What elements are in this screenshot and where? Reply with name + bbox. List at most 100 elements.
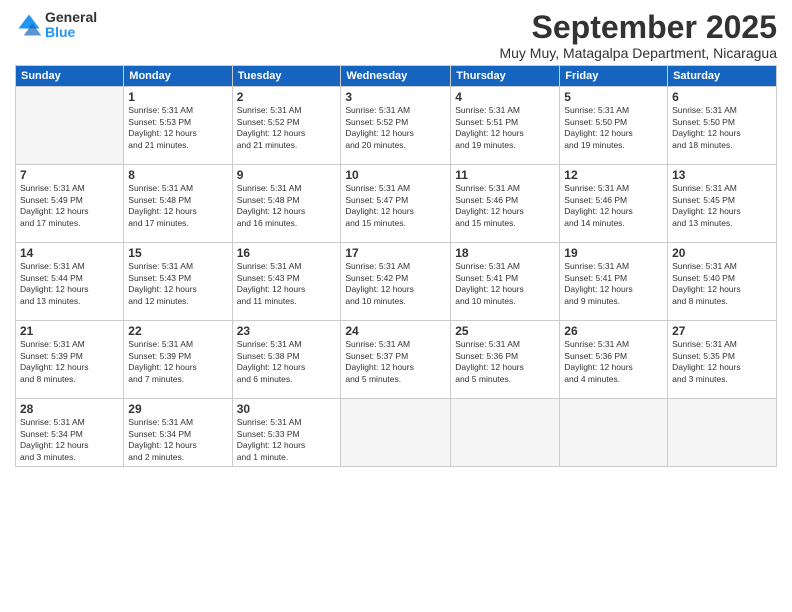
day-number: 24 [345,324,446,338]
header-row: Sunday Monday Tuesday Wednesday Thursday… [16,66,777,87]
day-info: Sunrise: 5:31 AM Sunset: 5:50 PM Dayligh… [672,105,772,151]
day-number: 15 [128,246,227,260]
table-row: 11Sunrise: 5:31 AM Sunset: 5:46 PM Dayli… [451,165,560,243]
table-row: 6Sunrise: 5:31 AM Sunset: 5:50 PM Daylig… [668,87,777,165]
day-number: 22 [128,324,227,338]
table-row: 9Sunrise: 5:31 AM Sunset: 5:48 PM Daylig… [232,165,341,243]
day-info: Sunrise: 5:31 AM Sunset: 5:38 PM Dayligh… [237,339,337,385]
table-row: 3Sunrise: 5:31 AM Sunset: 5:52 PM Daylig… [341,87,451,165]
month-title: September 2025 [499,10,777,45]
table-row [668,399,777,467]
col-sunday: Sunday [16,66,124,87]
day-number: 13 [672,168,772,182]
table-row: 12Sunrise: 5:31 AM Sunset: 5:46 PM Dayli… [560,165,668,243]
table-row: 13Sunrise: 5:31 AM Sunset: 5:45 PM Dayli… [668,165,777,243]
day-number: 30 [237,402,337,416]
table-row: 25Sunrise: 5:31 AM Sunset: 5:36 PM Dayli… [451,321,560,399]
day-number: 18 [455,246,555,260]
day-info: Sunrise: 5:31 AM Sunset: 5:43 PM Dayligh… [237,261,337,307]
day-info: Sunrise: 5:31 AM Sunset: 5:50 PM Dayligh… [564,105,663,151]
table-row: 22Sunrise: 5:31 AM Sunset: 5:39 PM Dayli… [124,321,232,399]
table-row: 20Sunrise: 5:31 AM Sunset: 5:40 PM Dayli… [668,243,777,321]
day-info: Sunrise: 5:31 AM Sunset: 5:48 PM Dayligh… [237,183,337,229]
calendar-page: General Blue September 2025 Muy Muy, Mat… [0,0,792,612]
day-info: Sunrise: 5:31 AM Sunset: 5:39 PM Dayligh… [128,339,227,385]
day-number: 6 [672,90,772,104]
col-saturday: Saturday [668,66,777,87]
day-number: 9 [237,168,337,182]
logo-text: General Blue [45,10,97,41]
day-number: 21 [20,324,119,338]
table-row: 21Sunrise: 5:31 AM Sunset: 5:39 PM Dayli… [16,321,124,399]
day-number: 10 [345,168,446,182]
table-row: 14Sunrise: 5:31 AM Sunset: 5:44 PM Dayli… [16,243,124,321]
col-monday: Monday [124,66,232,87]
logo-blue: Blue [45,25,97,40]
table-row: 8Sunrise: 5:31 AM Sunset: 5:48 PM Daylig… [124,165,232,243]
day-number: 11 [455,168,555,182]
day-info: Sunrise: 5:31 AM Sunset: 5:52 PM Dayligh… [237,105,337,151]
day-info: Sunrise: 5:31 AM Sunset: 5:46 PM Dayligh… [455,183,555,229]
day-info: Sunrise: 5:31 AM Sunset: 5:37 PM Dayligh… [345,339,446,385]
header: General Blue September 2025 Muy Muy, Mat… [15,10,777,61]
day-number: 16 [237,246,337,260]
day-info: Sunrise: 5:31 AM Sunset: 5:41 PM Dayligh… [564,261,663,307]
table-row: 29Sunrise: 5:31 AM Sunset: 5:34 PM Dayli… [124,399,232,467]
table-row: 1Sunrise: 5:31 AM Sunset: 5:53 PM Daylig… [124,87,232,165]
day-number: 2 [237,90,337,104]
title-block: September 2025 Muy Muy, Matagalpa Depart… [499,10,777,61]
day-number: 19 [564,246,663,260]
col-friday: Friday [560,66,668,87]
logo: General Blue [15,10,97,41]
table-row: 7Sunrise: 5:31 AM Sunset: 5:49 PM Daylig… [16,165,124,243]
day-number: 28 [20,402,119,416]
day-number: 27 [672,324,772,338]
day-info: Sunrise: 5:31 AM Sunset: 5:40 PM Dayligh… [672,261,772,307]
day-info: Sunrise: 5:31 AM Sunset: 5:33 PM Dayligh… [237,417,337,463]
table-row: 5Sunrise: 5:31 AM Sunset: 5:50 PM Daylig… [560,87,668,165]
day-info: Sunrise: 5:31 AM Sunset: 5:47 PM Dayligh… [345,183,446,229]
col-wednesday: Wednesday [341,66,451,87]
table-row: 23Sunrise: 5:31 AM Sunset: 5:38 PM Dayli… [232,321,341,399]
day-number: 7 [20,168,119,182]
day-info: Sunrise: 5:31 AM Sunset: 5:52 PM Dayligh… [345,105,446,151]
table-row: 27Sunrise: 5:31 AM Sunset: 5:35 PM Dayli… [668,321,777,399]
day-number: 17 [345,246,446,260]
day-number: 3 [345,90,446,104]
table-row [560,399,668,467]
table-row [451,399,560,467]
day-number: 26 [564,324,663,338]
day-info: Sunrise: 5:31 AM Sunset: 5:39 PM Dayligh… [20,339,119,385]
table-row: 28Sunrise: 5:31 AM Sunset: 5:34 PM Dayli… [16,399,124,467]
day-number: 8 [128,168,227,182]
day-number: 23 [237,324,337,338]
calendar-table: Sunday Monday Tuesday Wednesday Thursday… [15,65,777,467]
table-row: 24Sunrise: 5:31 AM Sunset: 5:37 PM Dayli… [341,321,451,399]
day-number: 12 [564,168,663,182]
table-row: 4Sunrise: 5:31 AM Sunset: 5:51 PM Daylig… [451,87,560,165]
table-row: 10Sunrise: 5:31 AM Sunset: 5:47 PM Dayli… [341,165,451,243]
table-row: 16Sunrise: 5:31 AM Sunset: 5:43 PM Dayli… [232,243,341,321]
table-row: 2Sunrise: 5:31 AM Sunset: 5:52 PM Daylig… [232,87,341,165]
day-info: Sunrise: 5:31 AM Sunset: 5:49 PM Dayligh… [20,183,119,229]
table-row [16,87,124,165]
day-info: Sunrise: 5:31 AM Sunset: 5:42 PM Dayligh… [345,261,446,307]
table-row: 30Sunrise: 5:31 AM Sunset: 5:33 PM Dayli… [232,399,341,467]
col-thursday: Thursday [451,66,560,87]
day-number: 20 [672,246,772,260]
day-info: Sunrise: 5:31 AM Sunset: 5:35 PM Dayligh… [672,339,772,385]
day-info: Sunrise: 5:31 AM Sunset: 5:34 PM Dayligh… [20,417,119,463]
day-info: Sunrise: 5:31 AM Sunset: 5:46 PM Dayligh… [564,183,663,229]
day-number: 29 [128,402,227,416]
day-info: Sunrise: 5:31 AM Sunset: 5:36 PM Dayligh… [455,339,555,385]
day-number: 1 [128,90,227,104]
day-number: 5 [564,90,663,104]
day-info: Sunrise: 5:31 AM Sunset: 5:36 PM Dayligh… [564,339,663,385]
day-number: 25 [455,324,555,338]
table-row: 15Sunrise: 5:31 AM Sunset: 5:43 PM Dayli… [124,243,232,321]
day-number: 4 [455,90,555,104]
logo-icon [15,11,43,39]
day-info: Sunrise: 5:31 AM Sunset: 5:34 PM Dayligh… [128,417,227,463]
table-row [341,399,451,467]
table-row: 17Sunrise: 5:31 AM Sunset: 5:42 PM Dayli… [341,243,451,321]
